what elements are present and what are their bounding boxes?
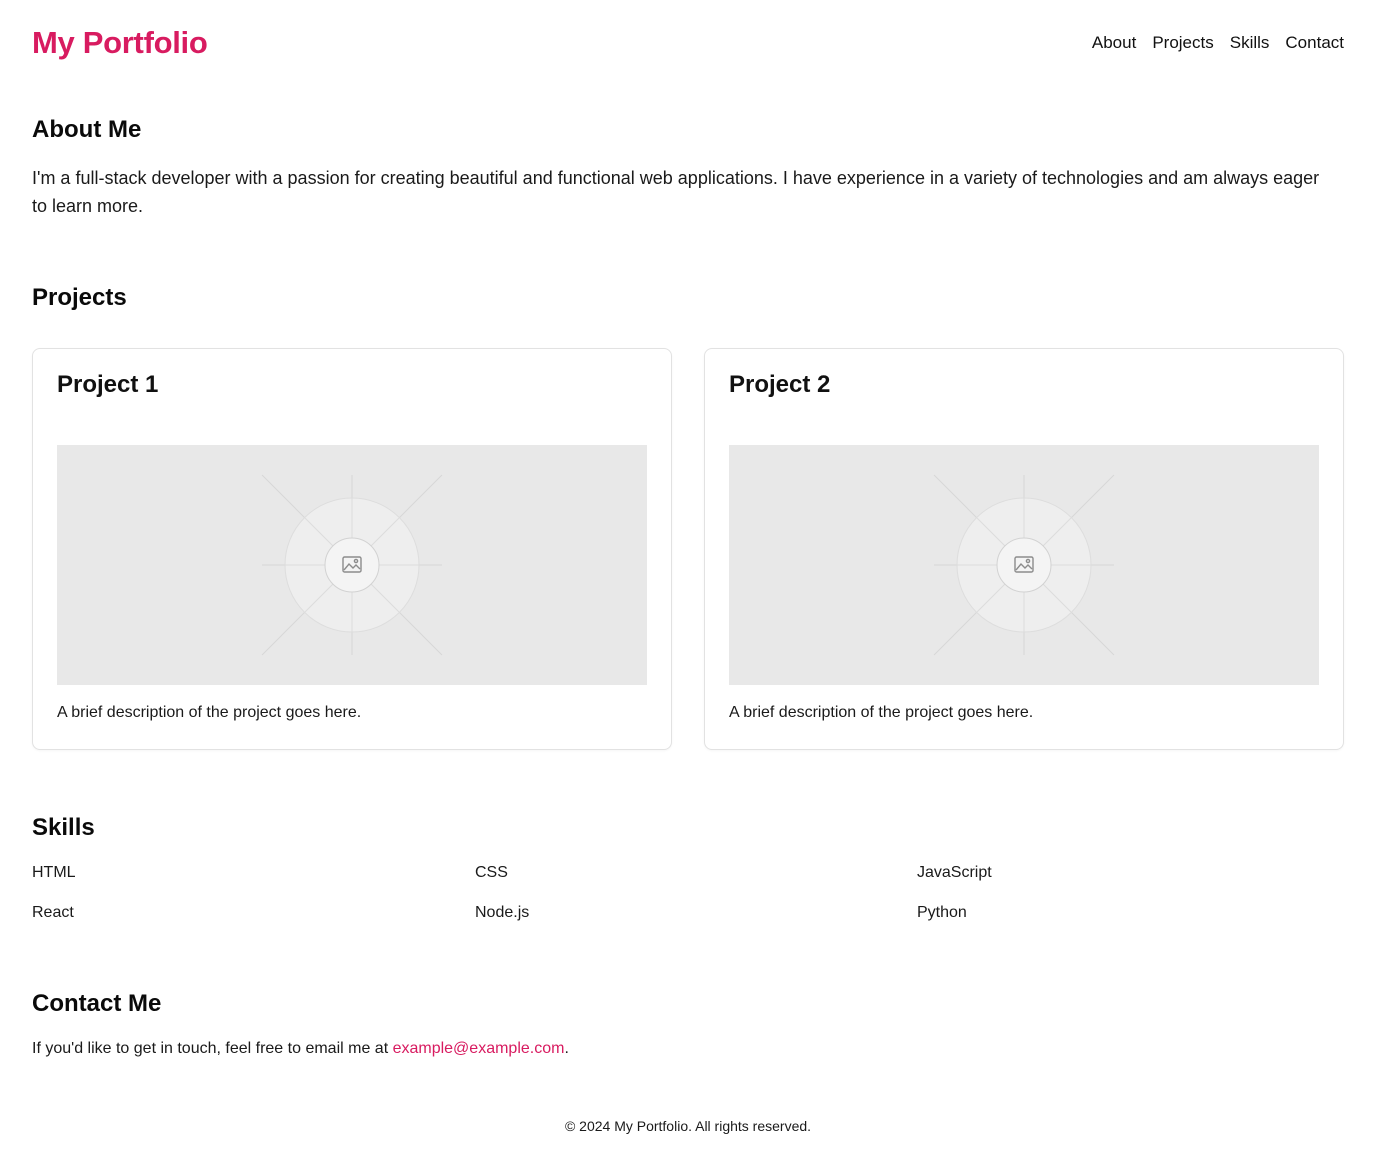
nav-link-contact[interactable]: Contact [1285,33,1344,53]
image-placeholder-icon [933,474,1115,656]
main-nav: About Projects Skills Contact [1092,33,1344,53]
contact-text-before: If you'd like to get in touch, feel free… [32,1040,393,1057]
contact-text: If you'd like to get in touch, feel free… [32,1040,569,1058]
skill-item: Node.js [475,904,530,921]
skill-item: React [32,904,74,921]
contact-heading: Contact Me [32,990,162,1017]
contact-email-link[interactable]: example@example.com [393,1040,565,1057]
project-card: Project 1 A brief description of the pro… [32,348,672,750]
project-image [57,445,647,685]
project-title: Project 2 [729,371,831,398]
site-header: My Portfolio About Projects Skills Conta… [32,22,1344,64]
project-description: A brief description of the project goes … [729,704,1034,721]
image-placeholder-icon [261,474,443,656]
skills-heading: Skills [32,814,95,841]
project-title: Project 1 [57,371,159,398]
site-footer: © 2024 My Portfolio. All rights reserved… [564,1118,812,1134]
nav-link-skills[interactable]: Skills [1230,33,1270,53]
projects-heading: Projects [32,284,127,311]
skill-item: CSS [475,864,508,881]
nav-link-about[interactable]: About [1092,33,1136,53]
skill-item: HTML [32,864,76,881]
project-description: A brief description of the project goes … [57,704,362,721]
skill-item: JavaScript [917,864,992,881]
contact-text-after: . [564,1040,569,1057]
about-text: I'm a full-stack developer with a passio… [32,168,1320,216]
project-card: Project 2 A brief description of the pro… [704,348,1344,750]
project-image [729,445,1319,685]
skill-item: Python [917,904,967,921]
nav-link-projects[interactable]: Projects [1152,33,1213,53]
site-brand[interactable]: My Portfolio [32,25,208,61]
about-heading: About Me [32,116,142,143]
